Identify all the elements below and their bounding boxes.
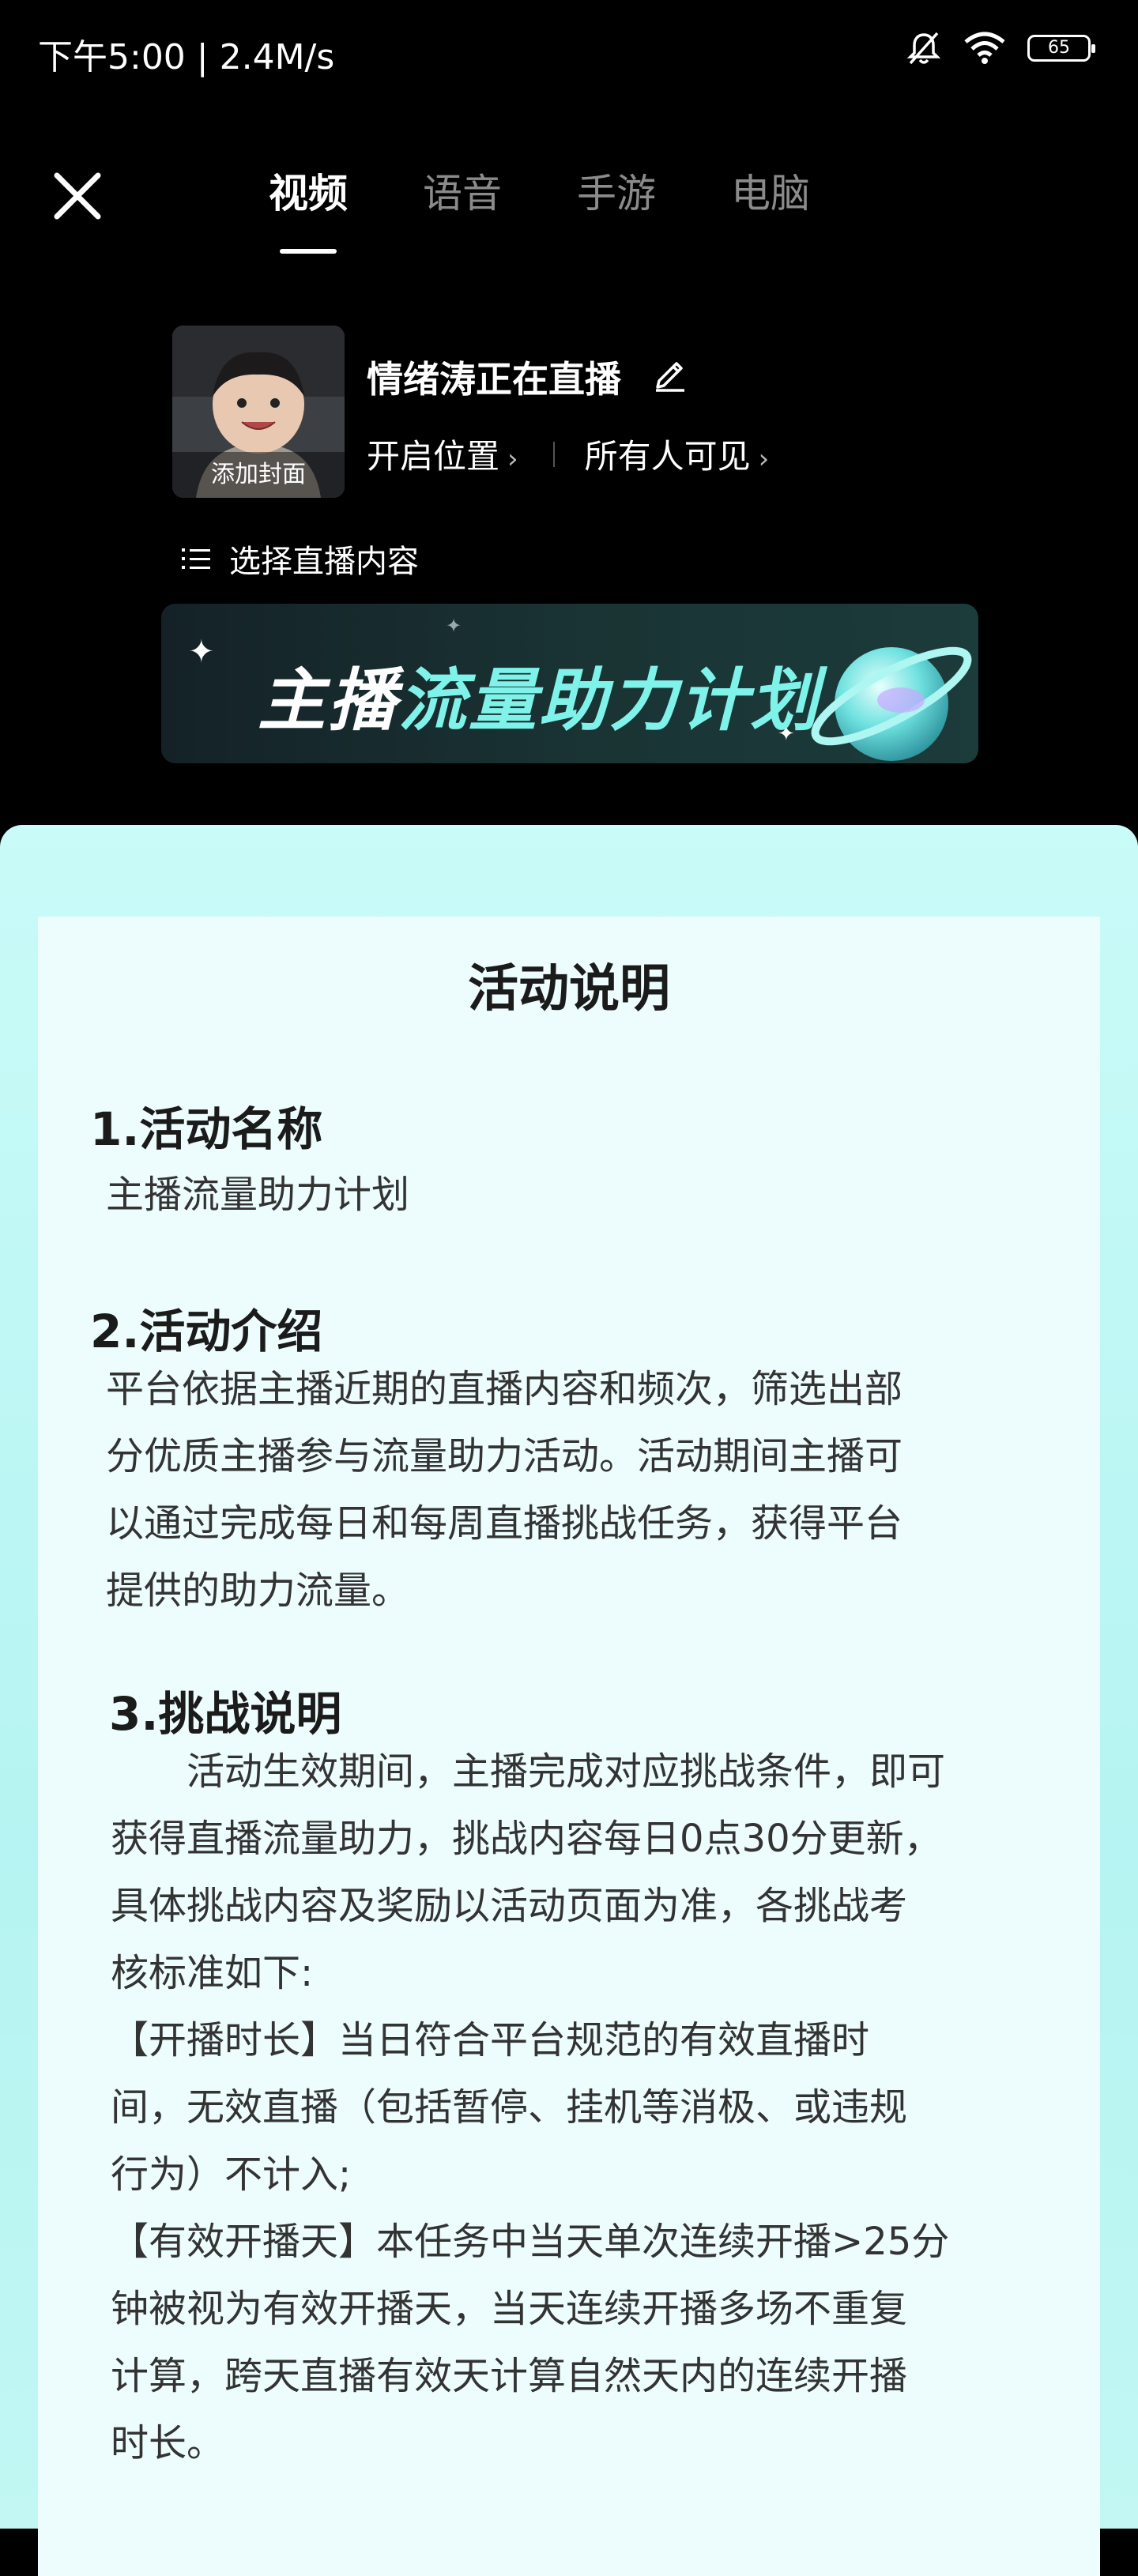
stream-title[interactable]: 情绪涛正在直播 [367,351,621,403]
activity-panel: 活动说明 1.活动名称 主播流量助力计划 2.活动介绍 平台依据主播近期的直播内… [0,825,1138,2576]
tab-mobile-game[interactable]: 手游 [577,162,656,219]
panel-title: 活动说明 [468,960,670,1019]
section1-heading: 1.活动名称 [90,1102,323,1156]
sparkle-icon: ✦ [188,634,215,670]
add-cover-label: 添加封面 [172,452,345,498]
banner-title-white: 主播 [258,661,398,740]
section2-line: 提供的助力流量。 [106,1569,410,1613]
close-icon [54,172,101,220]
section3-line: 计算，跨天直播有效天计算自然天内的连续开播 [111,2354,908,2398]
section3-line: 行为）不计入; [111,2152,352,2197]
section3-heading: 3.挑战说明 [109,1687,342,1741]
battery-icon: 65 [1027,35,1095,62]
chevron-right-icon: › [758,443,770,475]
visibility-button[interactable]: 所有人可见 › [585,430,770,478]
live-type-tabs: 视频 语音 手游 电脑 [269,162,810,219]
select-content-button[interactable]: 选择直播内容 [180,536,419,582]
stream-meta-row: 开启位置 › 所有人可见 › [367,430,769,478]
section1-body: 主播流量助力计划 [106,1173,410,1217]
section3-line: 钟被视为有效开播天，当天连续开播多场不重复 [111,2287,908,2331]
cover-image[interactable]: 添加封面 [172,326,345,498]
planet-icon [811,646,972,761]
status-icons: 65 [906,30,1095,66]
section2-line: 平台依据主播近期的直播内容和频次，筛选出部 [106,1367,903,1411]
status-time: 下午5:00 | 2.4M/s [38,37,335,77]
tab-voice[interactable]: 语音 [423,162,502,219]
section3-line: 核标准如下: [111,1951,314,1995]
section3-body: 活动生效期间，主播完成对应挑战条件，即可 获得直播流量助力，挑战内容每日0点30… [111,1738,949,2477]
section3-line: 活动生效期间，主播完成对应挑战条件，即可 [111,1749,946,1794]
activity-card: 活动说明 1.活动名称 主播流量助力计划 2.活动介绍 平台依据主播近期的直播内… [38,917,1100,2576]
tab-video[interactable]: 视频 [269,162,348,219]
sparkle-icon: ✦ [446,615,462,637]
promo-banner[interactable]: ✦ ✦ ✦ 主播流量助力计划 [161,604,978,763]
banner-title: 主播流量助力计划 [258,645,820,744]
divider [552,441,555,467]
select-content-label: 选择直播内容 [229,544,419,580]
wifi-icon [964,32,1005,64]
close-button[interactable] [49,168,106,224]
section3-line: 具体挑战内容及奖励以活动页面为准，各挑战考 [111,1884,908,1928]
tab-pc[interactable]: 电脑 [731,162,810,219]
banner-title-cyan: 流量助力计划 [398,661,820,740]
bell-off-icon [906,32,941,65]
section3-line: 【开播时长】当日符合平台规范的有效直播时 [111,2018,870,2062]
section2-line: 以通过完成每日和每周直播挑战任务，获得平台 [106,1501,903,1546]
chevron-right-icon: › [507,443,518,475]
section3-line: 【有效开播天】本任务中当天单次连续开播>25分 [111,2220,950,2264]
visibility-label: 所有人可见 [584,437,751,476]
status-bar: 下午5:00 | 2.4M/s 65 [0,0,1138,95]
section3-line: 获得直播流量助力，挑战内容每日0点30分更新， [111,1817,942,1861]
section3-line: 时长。 [111,2421,225,2465]
section3-line: 间，无效直播（包括暂停、挂机等消极、或违规 [111,2085,908,2130]
location-button[interactable]: 开启位置 › [367,430,518,478]
section2-line: 分优质主播参与流量助力活动。活动期间主播可 [106,1434,903,1478]
section2-body: 平台依据主播近期的直播内容和频次，筛选出部 分优质主播参与流量助力活动。活动期间… [106,1356,902,1625]
section2-heading: 2.活动介绍 [90,1305,323,1358]
list-icon [182,548,210,569]
pencil-icon[interactable] [650,352,691,394]
location-label: 开启位置 [367,437,500,476]
